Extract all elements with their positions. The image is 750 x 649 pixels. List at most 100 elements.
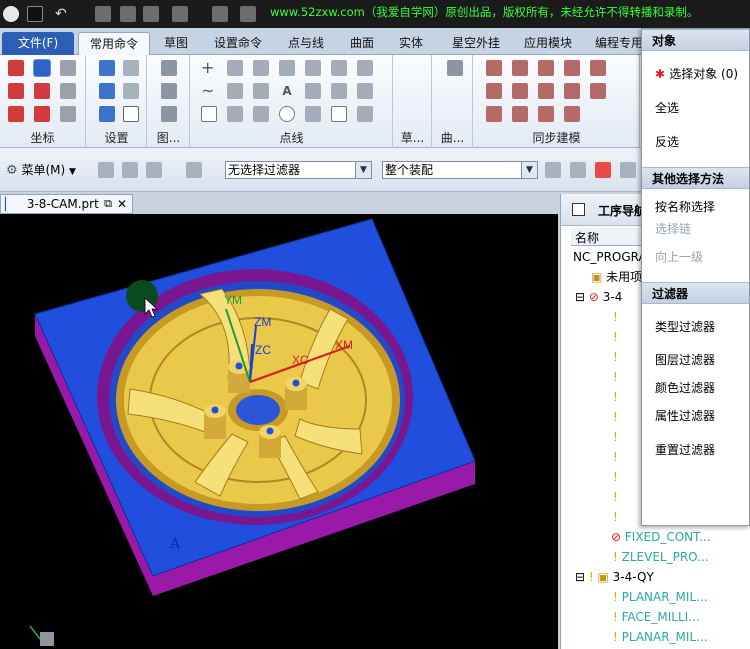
chevron-down-icon[interactable]: ▼ <box>355 162 371 178</box>
undo-icon[interactable]: ↶ <box>55 6 71 22</box>
delete-face-icon[interactable] <box>486 83 502 99</box>
tree-row[interactable]: ! <box>613 367 618 387</box>
tree-row[interactable]: ! <box>613 427 618 447</box>
wcs-origin-icon[interactable] <box>60 60 76 76</box>
touch-mode-icon[interactable] <box>212 6 228 22</box>
tree-row[interactable]: ! <box>613 347 618 367</box>
wcs-set-icon[interactable] <box>60 83 76 99</box>
tree-row[interactable]: ! <box>613 447 618 467</box>
wcs-dynamics-icon[interactable] <box>33 59 51 77</box>
pull-face-icon[interactable] <box>512 60 528 76</box>
repeat-command-icon[interactable] <box>172 6 188 22</box>
view-layers-icon[interactable] <box>161 83 177 99</box>
offset-curve-icon[interactable] <box>331 60 347 76</box>
select-feature-icon[interactable] <box>146 162 162 178</box>
tree-row[interactable]: ! <box>613 387 618 407</box>
select-objects-button[interactable]: ✱ 选择对象 (0) <box>655 65 738 83</box>
tab-surface[interactable]: 曲面 <box>340 32 384 55</box>
tree-row[interactable]: ⊟ ⊘ 3-4 <box>575 287 622 307</box>
csys-icon[interactable] <box>8 60 24 76</box>
navigator-toggle-icon[interactable] <box>572 203 585 216</box>
point-icon[interactable]: + <box>201 60 217 76</box>
tree-row[interactable]: ! <box>613 407 618 427</box>
selection-intent-icon[interactable] <box>545 162 561 178</box>
snap-point-icon[interactable] <box>122 162 138 178</box>
grid-icon[interactable] <box>99 83 115 99</box>
attribute-filter-button[interactable]: 属性过滤器 <box>655 407 715 425</box>
blank-icon[interactable] <box>123 106 139 122</box>
color-filter-button[interactable]: 颜色过滤器 <box>655 379 715 397</box>
snap-icon[interactable] <box>98 162 114 178</box>
graphics-viewport[interactable]: YM ZM ZC XC XM A <box>0 214 558 649</box>
corner-icon[interactable] <box>357 106 373 122</box>
cut-icon[interactable] <box>95 6 111 22</box>
select-by-name-button[interactable]: 按名称选择 <box>655 198 715 216</box>
offset-region-icon[interactable] <box>538 60 554 76</box>
invert-selection-button[interactable]: 反选 <box>655 133 679 151</box>
tree-row[interactable]: ! ZLEVEL_PRO... <box>613 547 709 567</box>
copy-icon[interactable] <box>120 6 136 22</box>
fillet-icon[interactable] <box>279 60 295 76</box>
work-layer-icon[interactable] <box>123 83 139 99</box>
tab-solid[interactable]: 实体 <box>392 32 430 55</box>
preferences-icon[interactable] <box>99 60 115 76</box>
pattern-face-icon[interactable] <box>590 83 606 99</box>
layer-settings-icon[interactable] <box>123 60 139 76</box>
tree-row[interactable]: ! FACE_MILLI... <box>613 607 700 627</box>
tree-row[interactable]: ⊘ FIXED_CONT... <box>611 527 711 547</box>
wcs-orient-icon[interactable] <box>34 83 50 99</box>
make-symmetric-icon[interactable] <box>564 106 580 122</box>
tree-row[interactable]: ! <box>613 507 618 527</box>
curve-on-surface-icon[interactable] <box>253 83 269 99</box>
more-select-icon[interactable] <box>620 162 636 178</box>
tab-setup-commands[interactable]: 设置命令 <box>206 32 270 55</box>
circle-point-icon[interactable] <box>279 106 295 122</box>
tree-row[interactable]: ! PLANAR_MIL... <box>613 627 708 647</box>
window-icon[interactable] <box>240 6 256 22</box>
tree-row[interactable]: ! <box>613 307 618 327</box>
rectangle-icon[interactable] <box>201 106 217 122</box>
layer-filter-button[interactable]: 图层过滤器 <box>655 351 715 369</box>
wcs-save-icon[interactable] <box>8 106 24 122</box>
split-curve-icon[interactable] <box>253 106 269 122</box>
document-tab[interactable]: ▏ 3-8-CAM.prt ⧉ ✕ <box>0 194 133 214</box>
extract-curve-icon[interactable] <box>357 83 373 99</box>
wcs-display-icon[interactable] <box>34 106 50 122</box>
tab-common-commands[interactable]: 常用命令 <box>78 32 150 55</box>
wave-line-icon[interactable]: ~ <box>201 83 217 99</box>
type-filter-button[interactable]: 类型过滤器 <box>655 318 715 336</box>
polygon-icon[interactable] <box>331 106 347 122</box>
tab-application-module[interactable]: 应用模块 <box>516 32 580 55</box>
tab-file[interactable]: 文件(F) <box>2 32 74 55</box>
arc-icon[interactable] <box>253 60 269 76</box>
bridge-curve-icon[interactable] <box>357 60 373 76</box>
copy-face-icon[interactable] <box>512 83 528 99</box>
line-icon[interactable] <box>227 60 243 76</box>
close-icon[interactable]: ✕ <box>117 195 127 213</box>
intersect-curve-icon[interactable] <box>331 83 347 99</box>
view-stack-icon[interactable] <box>161 60 177 76</box>
wcs-rotate-icon[interactable] <box>8 83 24 99</box>
resize-blend-icon[interactable] <box>590 60 606 76</box>
wcs-absolute-icon[interactable] <box>60 106 76 122</box>
tree-row[interactable]: ⊟ ! ▣ 3-4-QY <box>575 567 654 587</box>
text-icon[interactable]: A <box>279 83 295 99</box>
detach-icon[interactable]: ⧉ <box>104 195 112 213</box>
mirror-face-icon[interactable] <box>564 83 580 99</box>
collapse-icon[interactable]: ⊟ <box>575 290 589 304</box>
tree-row[interactable]: ! <box>613 487 618 507</box>
make-coaxial-icon[interactable] <box>512 106 528 122</box>
save-icon[interactable] <box>27 6 43 22</box>
collapse-icon[interactable]: ⊟ <box>575 570 589 584</box>
tree-row[interactable]: ▣ 未用项 <box>591 267 642 287</box>
tree-row[interactable]: ! <box>613 467 618 487</box>
spline-icon[interactable] <box>305 60 321 76</box>
project-curve-icon[interactable] <box>305 83 321 99</box>
assembly-scope-dropdown[interactable]: 整个装配 ▼ <box>382 161 538 179</box>
tree-row[interactable]: ! PLANAR_MIL... <box>613 587 708 607</box>
tab-sketch[interactable]: 草图 <box>152 32 200 55</box>
select-all-icon[interactable] <box>570 162 586 178</box>
tab-xingkong-plugin[interactable]: 星空外挂 <box>444 32 508 55</box>
make-tangent-icon[interactable] <box>538 106 554 122</box>
paste-icon[interactable] <box>143 6 159 22</box>
